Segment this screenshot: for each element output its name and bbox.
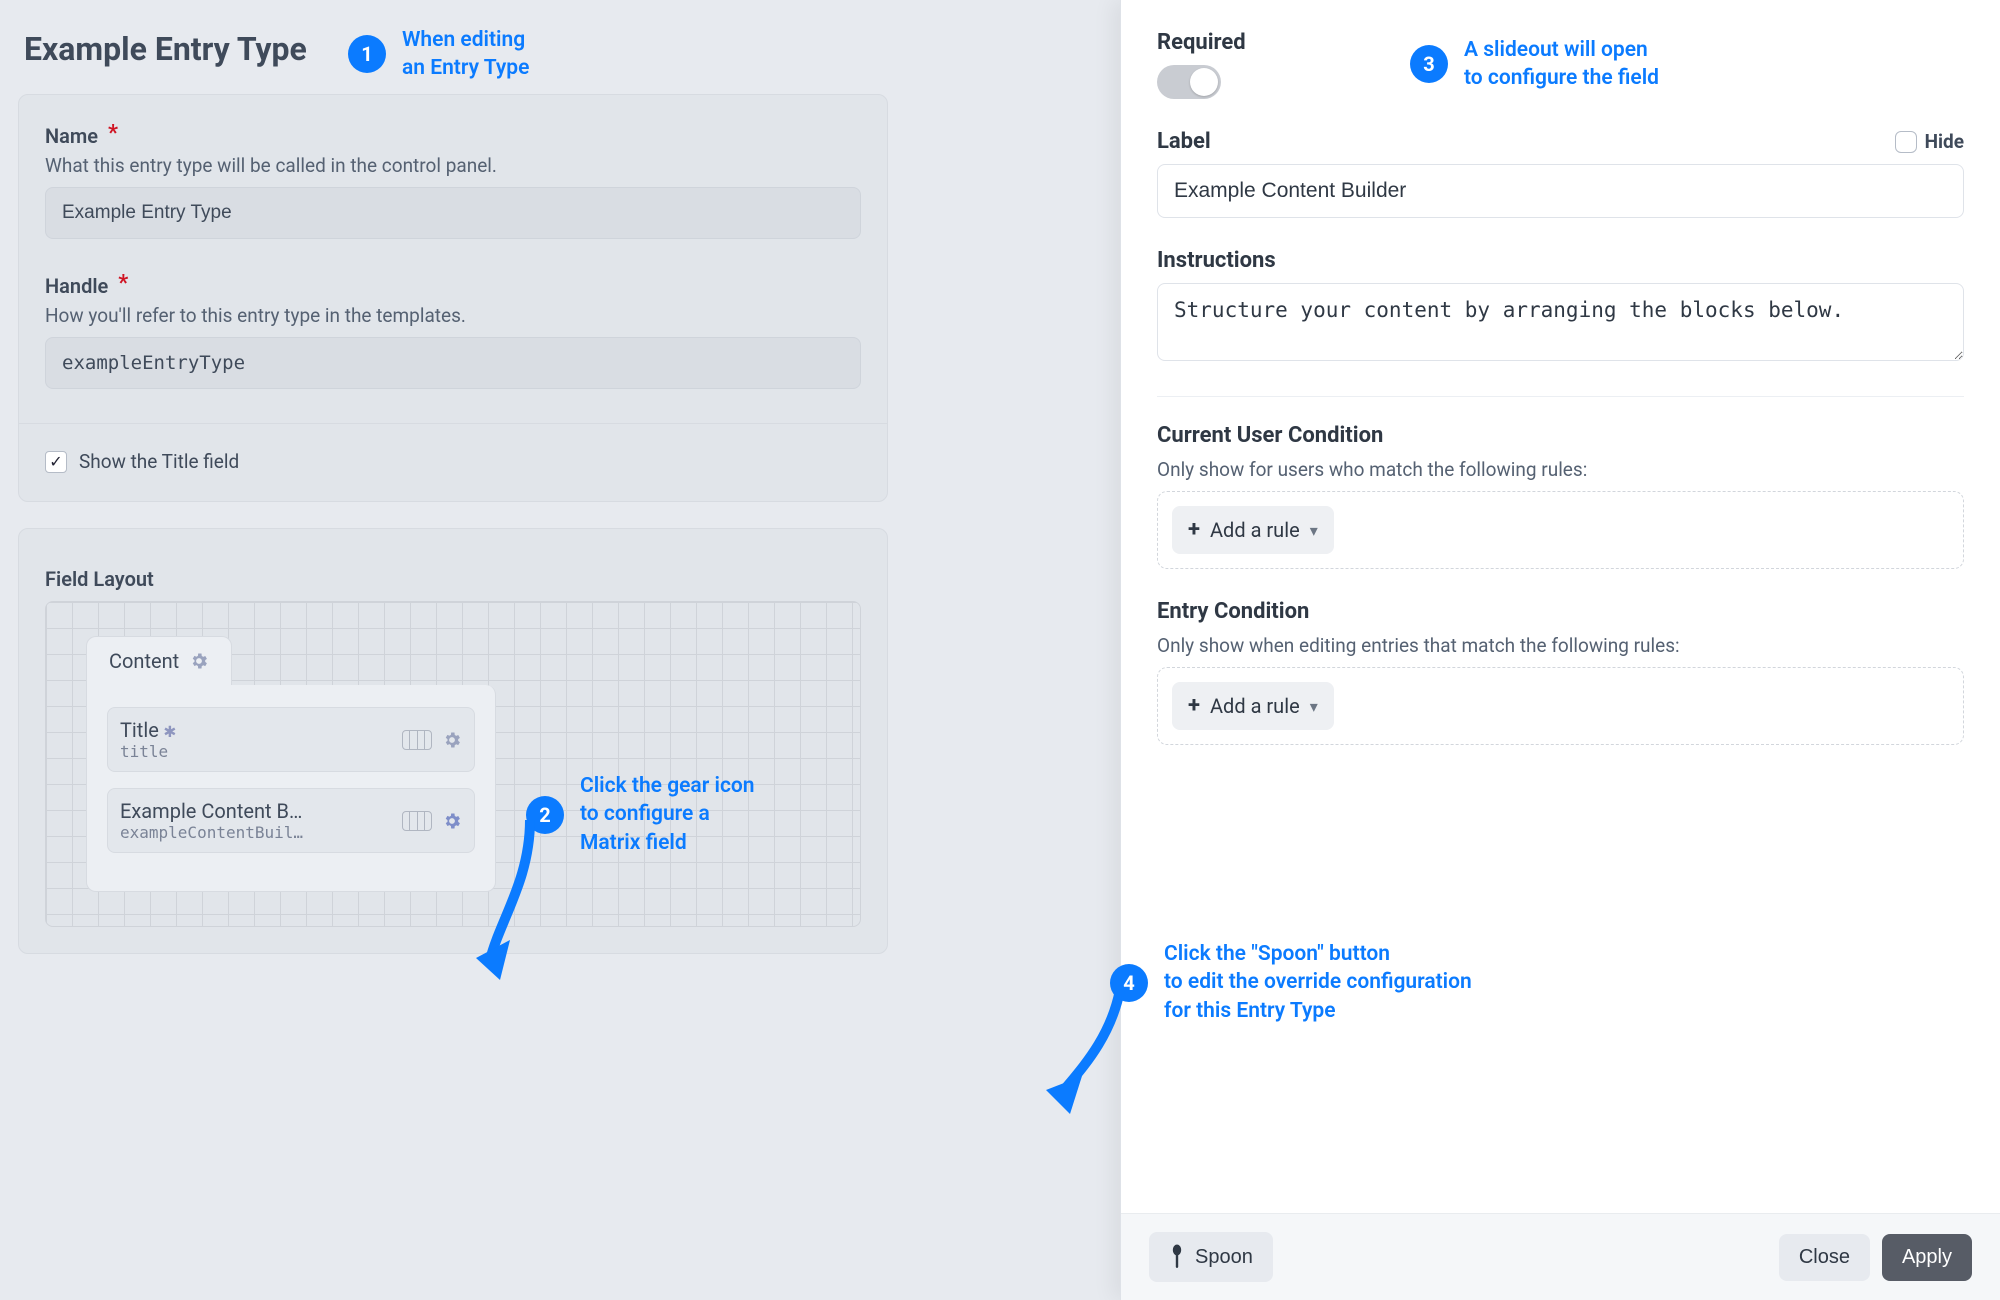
callout-text: A slideout will open to configure the fi… (1464, 36, 1659, 93)
entry-condition-label: Entry Condition (1157, 599, 1964, 624)
callout-badge-icon: 3 (1410, 45, 1448, 83)
label-input[interactable] (1157, 164, 1964, 218)
spoon-label: Spoon (1195, 1246, 1253, 1269)
field-row-title[interactable]: Title ✱ title (107, 707, 475, 772)
callout-text: When editing an Entry Type (402, 26, 529, 83)
field-name: Example Content B… (120, 799, 303, 823)
callout-text: Click the gear icon to configure a Matri… (580, 772, 755, 857)
field-row-content-builder[interactable]: Example Content B… exampleContentBuil… (107, 788, 475, 853)
instructions-label: Instructions (1157, 248, 1964, 273)
callout-text: Click the "Spoon" button to edit the ove… (1164, 940, 1472, 1025)
drag-handle-icon[interactable] (402, 730, 432, 750)
add-rule-button[interactable]: + Add a rule ▾ (1172, 506, 1334, 554)
add-rule-label: Add a rule (1210, 694, 1300, 718)
handle-input[interactable] (45, 337, 861, 389)
slideout-footer: Spoon Close Apply (1121, 1213, 2000, 1300)
instructions-textarea[interactable] (1157, 283, 1964, 361)
required-toggle[interactable] (1157, 65, 1221, 99)
divider (19, 423, 887, 424)
gear-icon[interactable] (442, 730, 462, 750)
callout-4: 4 Click the "Spoon" button to edit the o… (1110, 940, 1472, 1025)
chevron-down-icon: ▾ (1310, 697, 1318, 716)
name-input[interactable] (45, 187, 861, 239)
callout-3: 3 A slideout will open to configure the … (1410, 36, 1659, 93)
field-layout-heading: Field Layout (45, 567, 861, 591)
callout-badge-icon: 1 (348, 35, 386, 73)
field-layout-designer[interactable]: Content Title ✱ title (45, 601, 861, 927)
handle-hint: How you'll refer to this entry type in t… (45, 304, 861, 327)
checkbox-icon: ✓ (45, 451, 67, 473)
spoon-icon (1169, 1244, 1185, 1270)
show-title-label: Show the Title field (79, 450, 239, 473)
label-field-label: Label (1157, 129, 1211, 154)
entry-type-form: Name * What this entry type will be call… (18, 94, 888, 502)
field-handle: title (120, 742, 176, 761)
field-config-slideout: Required Label Hide Instructions (1120, 0, 2000, 1300)
user-condition-label: Current User Condition (1157, 423, 1964, 448)
layout-tab-body: Title ✱ title Example Content B… (86, 685, 496, 892)
hide-checkbox[interactable]: Hide (1895, 130, 1964, 153)
layout-tab-content[interactable]: Content (86, 636, 232, 685)
handle-label: Handle (45, 274, 108, 298)
user-condition-rules: + Add a rule ▾ (1157, 491, 1964, 569)
close-button[interactable]: Close (1779, 1234, 1870, 1281)
field-layout-card: Field Layout Content Title ✱ title (18, 528, 888, 954)
required-asterisk-icon: * (108, 121, 118, 146)
plus-icon: + (1188, 695, 1200, 717)
gear-icon[interactable] (442, 811, 462, 831)
drag-handle-icon[interactable] (402, 811, 432, 831)
callout-1: 1 When editing an Entry Type (348, 26, 529, 83)
chevron-down-icon: ▾ (1310, 521, 1318, 540)
entry-condition-rules: + Add a rule ▾ (1157, 667, 1964, 745)
field-handle: exampleContentBuil… (120, 823, 303, 842)
divider (1157, 396, 1964, 397)
arrow-icon (1040, 990, 1150, 1120)
add-rule-label: Add a rule (1210, 518, 1300, 542)
entry-condition-hint: Only show when editing entries that matc… (1157, 634, 1964, 657)
required-asterisk-icon: * (118, 271, 128, 296)
spoon-button[interactable]: Spoon (1149, 1232, 1273, 1282)
add-rule-button[interactable]: + Add a rule ▾ (1172, 682, 1334, 730)
layout-tab-label: Content (109, 649, 179, 673)
hide-label: Hide (1925, 130, 1964, 153)
arrow-icon (470, 820, 580, 990)
checkbox-icon (1895, 131, 1917, 153)
user-condition-hint: Only show for users who match the follow… (1157, 458, 1964, 481)
show-title-checkbox-row[interactable]: ✓ Show the Title field (45, 450, 861, 473)
apply-button[interactable]: Apply (1882, 1234, 1972, 1281)
field-name: Title (120, 718, 159, 742)
name-hint: What this entry type will be called in t… (45, 154, 861, 177)
name-label: Name (45, 124, 98, 148)
gear-icon[interactable] (189, 651, 209, 671)
plus-icon: + (1188, 519, 1200, 541)
required-asterisk-icon: ✱ (164, 718, 176, 742)
